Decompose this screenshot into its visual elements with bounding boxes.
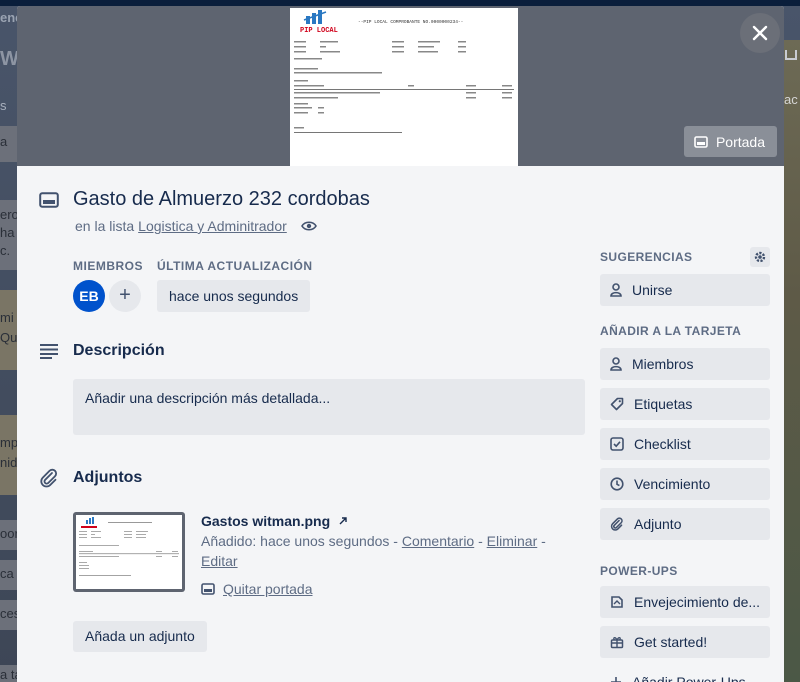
meta-separator: -: [393, 533, 398, 549]
background-right-fragment: ac: [784, 92, 798, 107]
attachment-added-time: hace unos segundos: [260, 533, 390, 549]
card-cover-icon: [201, 583, 215, 595]
powerup-card-aging-label: Envejecimiento de...: [634, 594, 761, 610]
user-icon: [610, 283, 622, 297]
cover-button-label: Portada: [715, 133, 765, 150]
description-header: Descripción: [39, 342, 165, 360]
due-date-button[interactable]: Vencimiento: [600, 468, 770, 500]
svg-text:--PIP LOCAL COMPROBANTE NO.000: --PIP LOCAL COMPROBANTE NO.0000000234--: [358, 19, 463, 25]
description-title: Descripción: [73, 342, 165, 359]
labels-button-label: Etiquetas: [634, 396, 693, 412]
powerups-header: POWER-UPS: [600, 560, 770, 582]
clock-icon: [610, 477, 624, 491]
powerup-get-started-button[interactable]: Get started!: [600, 626, 770, 658]
powerup-card-aging-button[interactable]: Envejecimiento de...: [600, 586, 770, 618]
attachment-added-prefix: Añadido:: [201, 533, 257, 549]
close-button[interactable]: [740, 13, 780, 53]
attachment-file-name[interactable]: Gastos witman.png: [201, 511, 330, 531]
card-header: Gasto de Almuerzo 232 cordobas: [39, 188, 370, 211]
attachment-button-label: Adjunto: [634, 516, 682, 532]
home-icon: [785, 50, 797, 60]
members-button[interactable]: Miembros: [600, 348, 770, 380]
last-update-value: hace unos segundos: [157, 280, 311, 312]
add-to-card-label: AÑADIR A LA TARJETA: [600, 324, 742, 338]
card-detail-modal: PIP LOCAL --PIP LOCAL COMPROBANTE NO.000…: [17, 6, 784, 682]
background-right-edge: ac: [782, 40, 800, 682]
add-attachment-button[interactable]: Añada un adjunto: [73, 621, 207, 652]
powerups-label: POWER-UPS: [600, 564, 678, 578]
user-icon: [610, 357, 622, 371]
join-label: Unirse: [632, 282, 673, 298]
receipt-preview-graphic: PIP LOCAL --PIP LOCAL COMPROBANTE NO.000…: [290, 8, 518, 166]
attachment-details: Gastos witman.png Añadido: hace unos seg…: [201, 511, 581, 599]
attachment-delete-link[interactable]: Eliminar: [487, 533, 538, 549]
last-update-section: ÚLTIMA ACTUALIZACIÓN hace unos segundos: [157, 259, 313, 312]
join-button[interactable]: Unirse: [600, 274, 770, 306]
suggestions-label: SUGERENCIAS: [600, 250, 693, 264]
meta-separator: -: [478, 533, 483, 549]
card-sidebar: SUGERENCIAS Unirse AÑADIR A LA TARJETA M…: [600, 246, 770, 682]
remove-cover-link[interactable]: Quitar portada: [223, 579, 313, 599]
list-prefix: en la lista: [75, 218, 135, 234]
cover-button[interactable]: Portada: [683, 126, 777, 157]
members-section: MIEMBROS EB +: [73, 259, 143, 312]
close-icon: [752, 25, 768, 41]
members-button-label: Miembros: [632, 356, 694, 372]
attachment-edit-link[interactable]: Editar: [201, 553, 238, 569]
card-aging-icon: [611, 596, 623, 608]
checklist-button[interactable]: Checklist: [600, 428, 770, 460]
members-label: MIEMBROS: [73, 259, 143, 273]
suggestions-header: SUGERENCIAS: [600, 246, 770, 268]
plus-icon: [611, 677, 621, 682]
paperclip-icon: [40, 468, 58, 488]
avatar[interactable]: EB: [73, 280, 105, 312]
external-link-icon[interactable]: [338, 516, 348, 526]
attachments-header: Adjuntos: [39, 468, 142, 488]
attachment-name-row: Gastos witman.png: [201, 511, 581, 531]
add-to-card-header: AÑADIR A LA TARJETA: [600, 320, 770, 342]
labels-button[interactable]: Etiquetas: [600, 388, 770, 420]
eye-icon: [300, 221, 317, 231]
attachment-meta: Añadido: hace unos segundos - Comentario…: [201, 531, 581, 571]
attachments-title: Adjuntos: [73, 469, 143, 486]
attachment-comment-link[interactable]: Comentario: [402, 533, 474, 549]
meta-separator: -: [541, 533, 546, 549]
last-update-label: ÚLTIMA ACTUALIZACIÓN: [157, 259, 313, 273]
add-powerups-label: Añadir Power-Ups: [632, 674, 746, 682]
checklist-button-label: Checklist: [634, 436, 691, 452]
attachment-preview-graphic: [76, 515, 182, 589]
card-icon: [39, 191, 59, 208]
paperclip-icon: [610, 517, 623, 531]
cover-image[interactable]: PIP LOCAL --PIP LOCAL COMPROBANTE NO.000…: [290, 8, 518, 166]
suggestions-settings-button[interactable]: [750, 247, 770, 267]
attachment-thumbnail[interactable]: [73, 512, 185, 592]
checklist-icon: [610, 437, 624, 451]
description-input[interactable]: Añadir una descripción más detallada...: [73, 379, 585, 435]
card-title[interactable]: Gasto de Almuerzo 232 cordobas: [73, 188, 370, 211]
description-icon: [40, 344, 58, 359]
remove-cover-row: Quitar portada: [201, 579, 581, 599]
powerup-get-started-label: Get started!: [634, 634, 708, 650]
gift-icon: [610, 637, 624, 649]
svg-text:PIP LOCAL: PIP LOCAL: [300, 27, 338, 35]
add-powerups-button[interactable]: Añadir Power-Ups: [600, 666, 770, 682]
list-link[interactable]: Logistica y Adminitrador: [138, 218, 287, 234]
due-date-button-label: Vencimiento: [634, 476, 711, 492]
card-list-info: en la lista Logistica y Adminitrador: [75, 218, 317, 234]
tag-icon: [610, 397, 624, 411]
members-row: EB +: [73, 280, 143, 312]
card-cover: PIP LOCAL --PIP LOCAL COMPROBANTE NO.000…: [17, 6, 784, 166]
add-member-button[interactable]: +: [109, 280, 141, 312]
gear-icon: [754, 251, 766, 263]
card-cover-icon: [694, 135, 708, 148]
attachment-button[interactable]: Adjunto: [600, 508, 770, 540]
